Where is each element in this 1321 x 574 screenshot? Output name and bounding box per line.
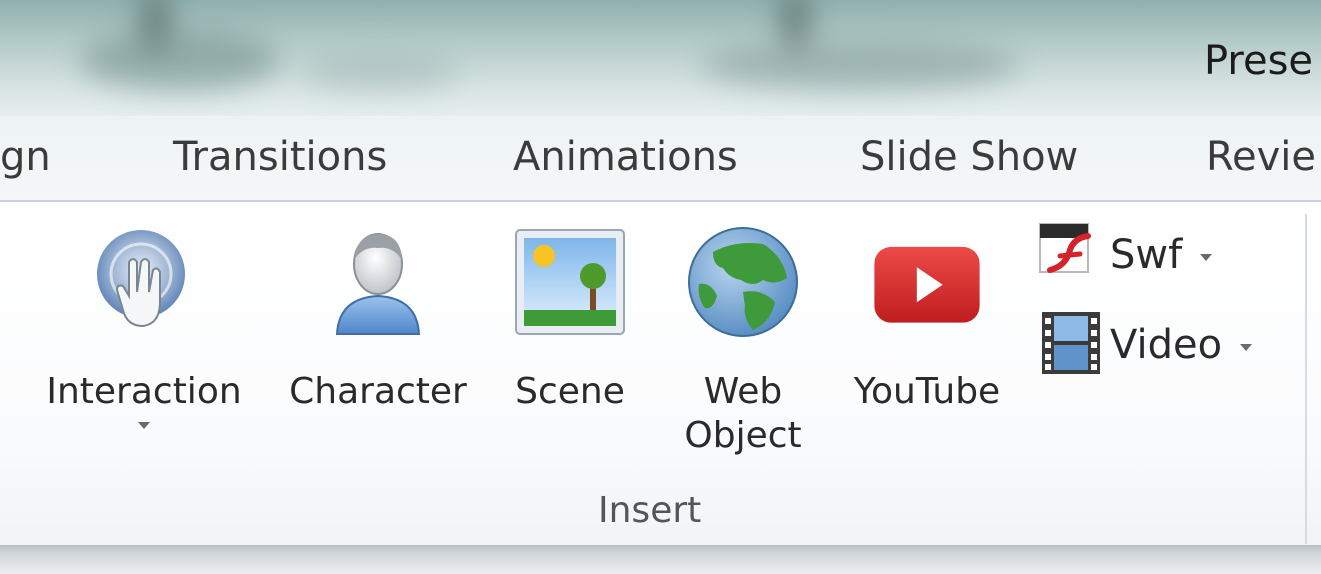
swf-button[interactable]: Swf	[1036, 220, 1213, 290]
interaction-button[interactable]: Interaction	[28, 222, 260, 429]
youtube-label: YouTube	[853, 371, 1001, 412]
flash-icon	[1036, 220, 1102, 290]
chevron-down-icon	[1200, 253, 1213, 261]
tab-slide-show[interactable]: Slide Show	[860, 134, 1078, 180]
film-strip-icon	[1040, 310, 1102, 380]
hand-touch-icon	[84, 222, 204, 342]
character-button[interactable]: Character	[278, 222, 478, 414]
character-label: Character	[289, 371, 467, 412]
web-object-button[interactable]: Web Object	[668, 222, 818, 458]
youtube-icon	[867, 222, 987, 342]
youtube-button[interactable]: YouTube	[832, 222, 1022, 414]
video-label: Video	[1110, 322, 1223, 368]
swf-label: Swf	[1110, 232, 1183, 278]
tab-review[interactable]: Revie	[1206, 134, 1316, 180]
web-object-label: Web Object	[684, 371, 802, 456]
ribbon-tab-bar: gn Transitions Animations Slide Show Rev…	[0, 116, 1321, 200]
video-button[interactable]: Video	[1040, 310, 1253, 380]
title-bar: Prese	[0, 0, 1321, 116]
group-separator	[1305, 214, 1307, 544]
tab-design[interactable]: gn	[0, 134, 51, 180]
tab-transitions[interactable]: Transitions	[173, 134, 387, 180]
chevron-down-icon	[1240, 343, 1253, 351]
window-title: Prese	[1204, 38, 1314, 84]
scene-button[interactable]: Scene	[500, 222, 640, 414]
chevron-down-icon	[138, 422, 150, 429]
person-icon	[318, 222, 438, 342]
scene-label: Scene	[515, 371, 625, 412]
app-window: Prese gn Transitions Animations Slide Sh…	[0, 0, 1321, 574]
globe-icon	[683, 222, 803, 342]
interaction-label: Interaction	[46, 371, 242, 412]
insert-group-label: Insert	[598, 490, 702, 531]
landscape-icon	[510, 222, 630, 342]
tab-animations[interactable]: Animations	[513, 134, 738, 180]
ribbon-bottom-edge	[0, 545, 1321, 574]
